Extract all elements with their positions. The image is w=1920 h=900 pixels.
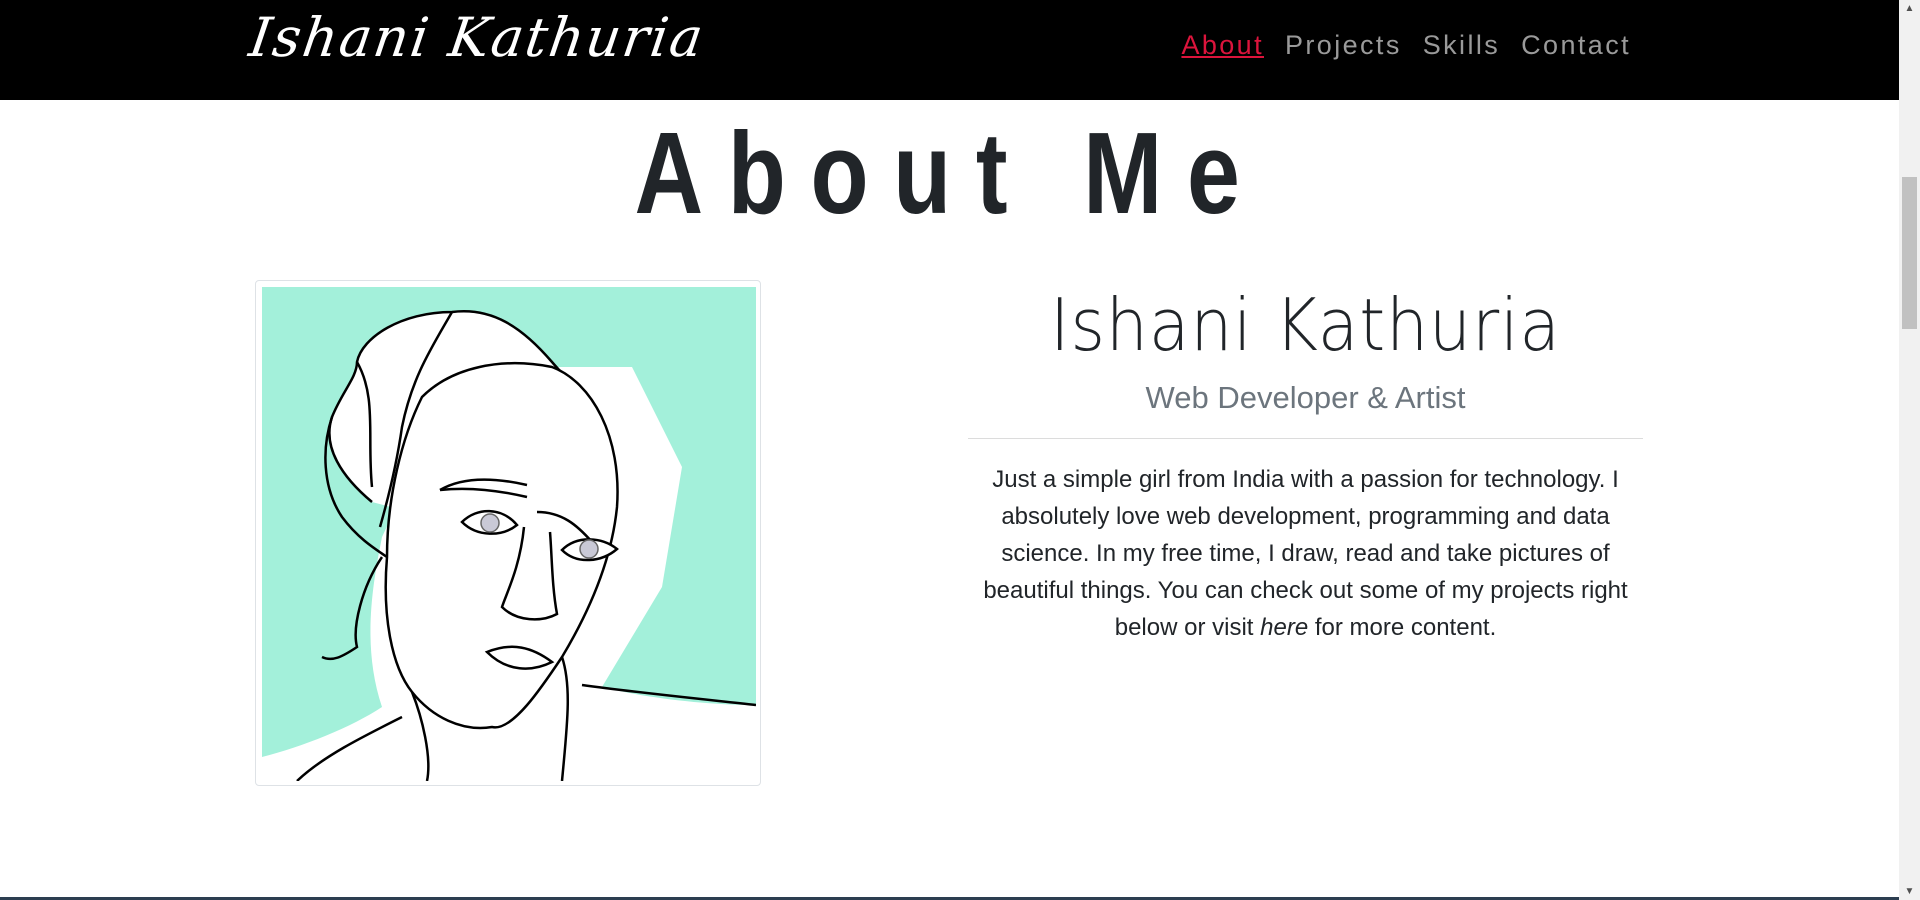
nav-link-projects[interactable]: Projects — [1285, 30, 1402, 61]
about-info: Ishani Kathuria Web Developer & Artist J… — [968, 280, 1643, 646]
bio-link-here[interactable]: here — [1260, 614, 1308, 641]
profile-name: Ishani Kathuria — [1050, 283, 1561, 367]
scrollbar-thumb[interactable] — [1902, 177, 1917, 329]
divider — [968, 438, 1643, 439]
page-scrollbar[interactable]: ▲ ▼ — [1899, 0, 1920, 900]
profile-role: Web Developer & Artist — [1145, 380, 1466, 415]
portrait-frame — [255, 280, 761, 786]
nav-link-skills[interactable]: Skills — [1423, 30, 1500, 61]
bio-text-after: for more content. — [1308, 614, 1497, 641]
scroll-up-arrow-icon[interactable]: ▲ — [1899, 0, 1920, 17]
nav-link-contact[interactable]: Contact — [1521, 30, 1631, 61]
brand-logo[interactable]: Ishani Kathuria — [246, 6, 709, 69]
page-title: About Me — [634, 108, 1265, 238]
navbar: Ishani Kathuria About Projects Skills Co… — [0, 0, 1899, 100]
profile-bio: Just a simple girl from India with a pas… — [968, 461, 1643, 646]
scroll-down-arrow-icon[interactable]: ▼ — [1899, 883, 1920, 900]
nav-link-about[interactable]: About — [1181, 30, 1264, 61]
portrait-illustration — [262, 287, 756, 781]
nav-links: About Projects Skills Contact — [1181, 30, 1631, 61]
